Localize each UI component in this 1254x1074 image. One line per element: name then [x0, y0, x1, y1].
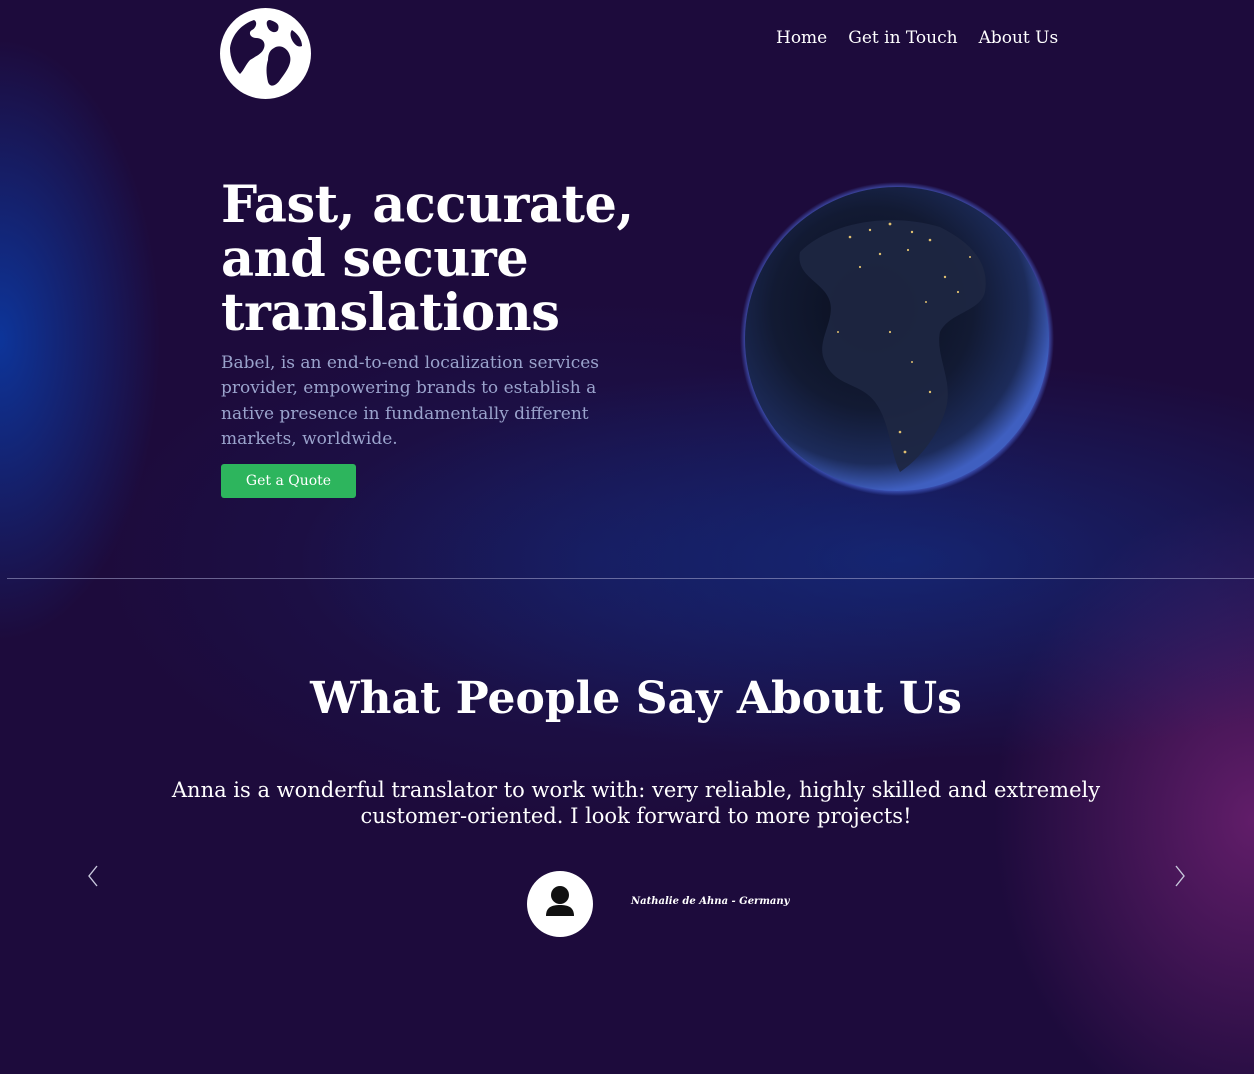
- chevron-right-icon[interactable]: [1167, 862, 1191, 890]
- globe-logo-icon[interactable]: [220, 8, 311, 99]
- earth-globe-image: [740, 182, 1054, 496]
- chevron-left-icon[interactable]: [82, 862, 106, 890]
- nav-link-about-us[interactable]: About Us: [979, 28, 1059, 48]
- testimonials-title: What People Say About Us: [310, 673, 962, 724]
- section-divider: [7, 578, 1254, 579]
- main-nav: Home Get in Touch About Us: [776, 28, 1058, 48]
- page: Home Get in Touch About Us Fast, accurat…: [0, 0, 1254, 1074]
- hero-title: Fast, accurate, and secure translations: [221, 175, 634, 343]
- avatar: [527, 871, 593, 937]
- hero-subtitle: Babel, is an end-to-end localization ser…: [221, 353, 600, 449]
- get-a-quote-button[interactable]: Get a Quote: [221, 464, 356, 498]
- testimonial-author: Nathalie de Ahna - Germany: [631, 896, 790, 907]
- nav-link-home[interactable]: Home: [776, 28, 827, 48]
- nav-link-get-in-touch[interactable]: Get in Touch: [848, 28, 957, 48]
- user-icon: [546, 886, 574, 916]
- testimonial-quote: Anna is a wonderful translator to work w…: [171, 778, 1101, 828]
